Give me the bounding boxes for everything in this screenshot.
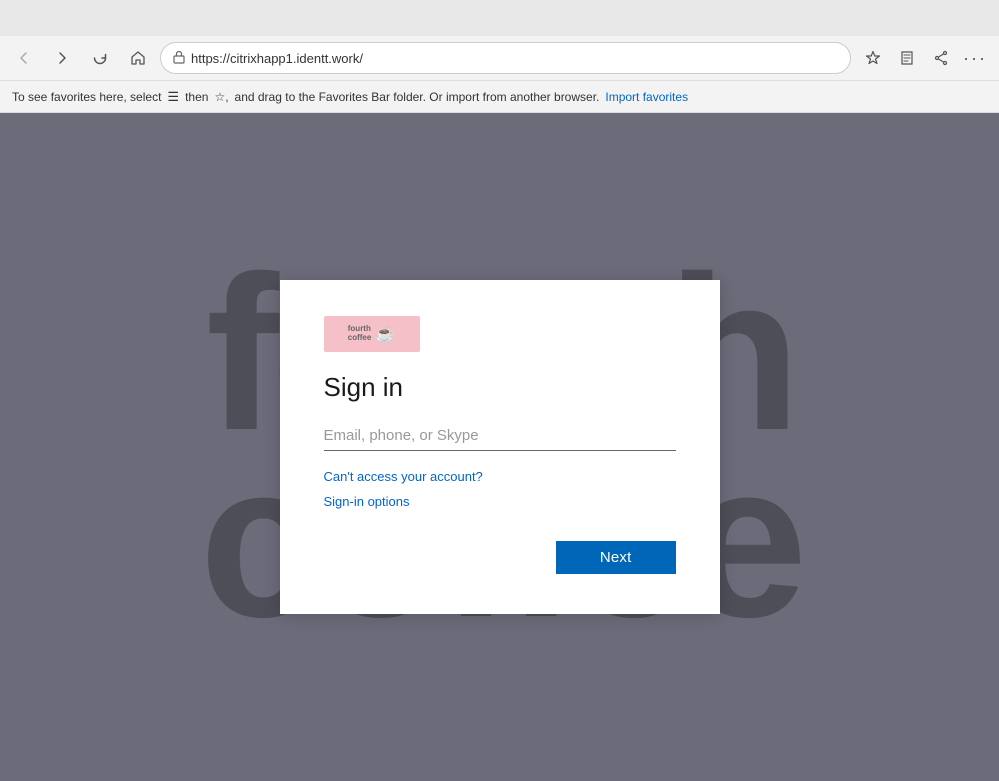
home-button[interactable] [122, 42, 154, 74]
favorites-bar: To see favorites here, select ☰ then ☆, … [0, 81, 999, 113]
signin-options-link[interactable]: Sign-in options [324, 494, 676, 509]
next-button-row: Next [324, 541, 676, 574]
more-button[interactable]: ··· [959, 42, 991, 74]
back-button[interactable] [8, 42, 40, 74]
signin-title: Sign in [324, 372, 676, 403]
nav-bar: https://citrixhapp1.identt.work/ [0, 36, 999, 80]
lock-icon [173, 50, 185, 67]
favorites-message: To see favorites here, select [12, 90, 161, 104]
address-bar[interactable]: https://citrixhapp1.identt.work/ [160, 42, 851, 74]
signin-card: fourth coffee ☕ Sign in Can't access you… [280, 280, 720, 614]
reading-list-button[interactable] [891, 42, 923, 74]
coffee-cup-icon: ☕ [375, 324, 395, 344]
favorites-drag-text: and drag to the Favorites Bar folder. Or… [235, 90, 600, 104]
refresh-button[interactable] [84, 42, 116, 74]
import-favorites-link[interactable]: Import favorites [605, 90, 688, 104]
signin-overlay: fourth coffee ☕ Sign in Can't access you… [0, 113, 999, 781]
forward-button[interactable] [46, 42, 78, 74]
favorites-star: ☆, [214, 90, 228, 104]
brand-logo-inner: fourth coffee ☕ [348, 324, 395, 344]
page-content: fourth coffee fourth coffee ☕ Sign in [0, 113, 999, 781]
brand-logo: fourth coffee ☕ [324, 316, 420, 352]
favorites-button[interactable] [857, 42, 889, 74]
brand-text: fourth coffee [348, 325, 372, 343]
next-button[interactable]: Next [556, 541, 676, 574]
url-input[interactable]: https://citrixhapp1.identt.work/ [191, 51, 838, 66]
share-button[interactable] [925, 42, 957, 74]
favorites-then: then [185, 90, 208, 104]
email-input[interactable] [324, 423, 676, 450]
email-field-wrap [324, 423, 676, 451]
tab-bar [0, 0, 999, 36]
browser-chrome: https://citrixhapp1.identt.work/ [0, 0, 999, 81]
favorites-icon: ☰ [167, 89, 179, 105]
cant-access-link[interactable]: Can't access your account? [324, 469, 676, 484]
toolbar-icons: ··· [857, 42, 991, 74]
